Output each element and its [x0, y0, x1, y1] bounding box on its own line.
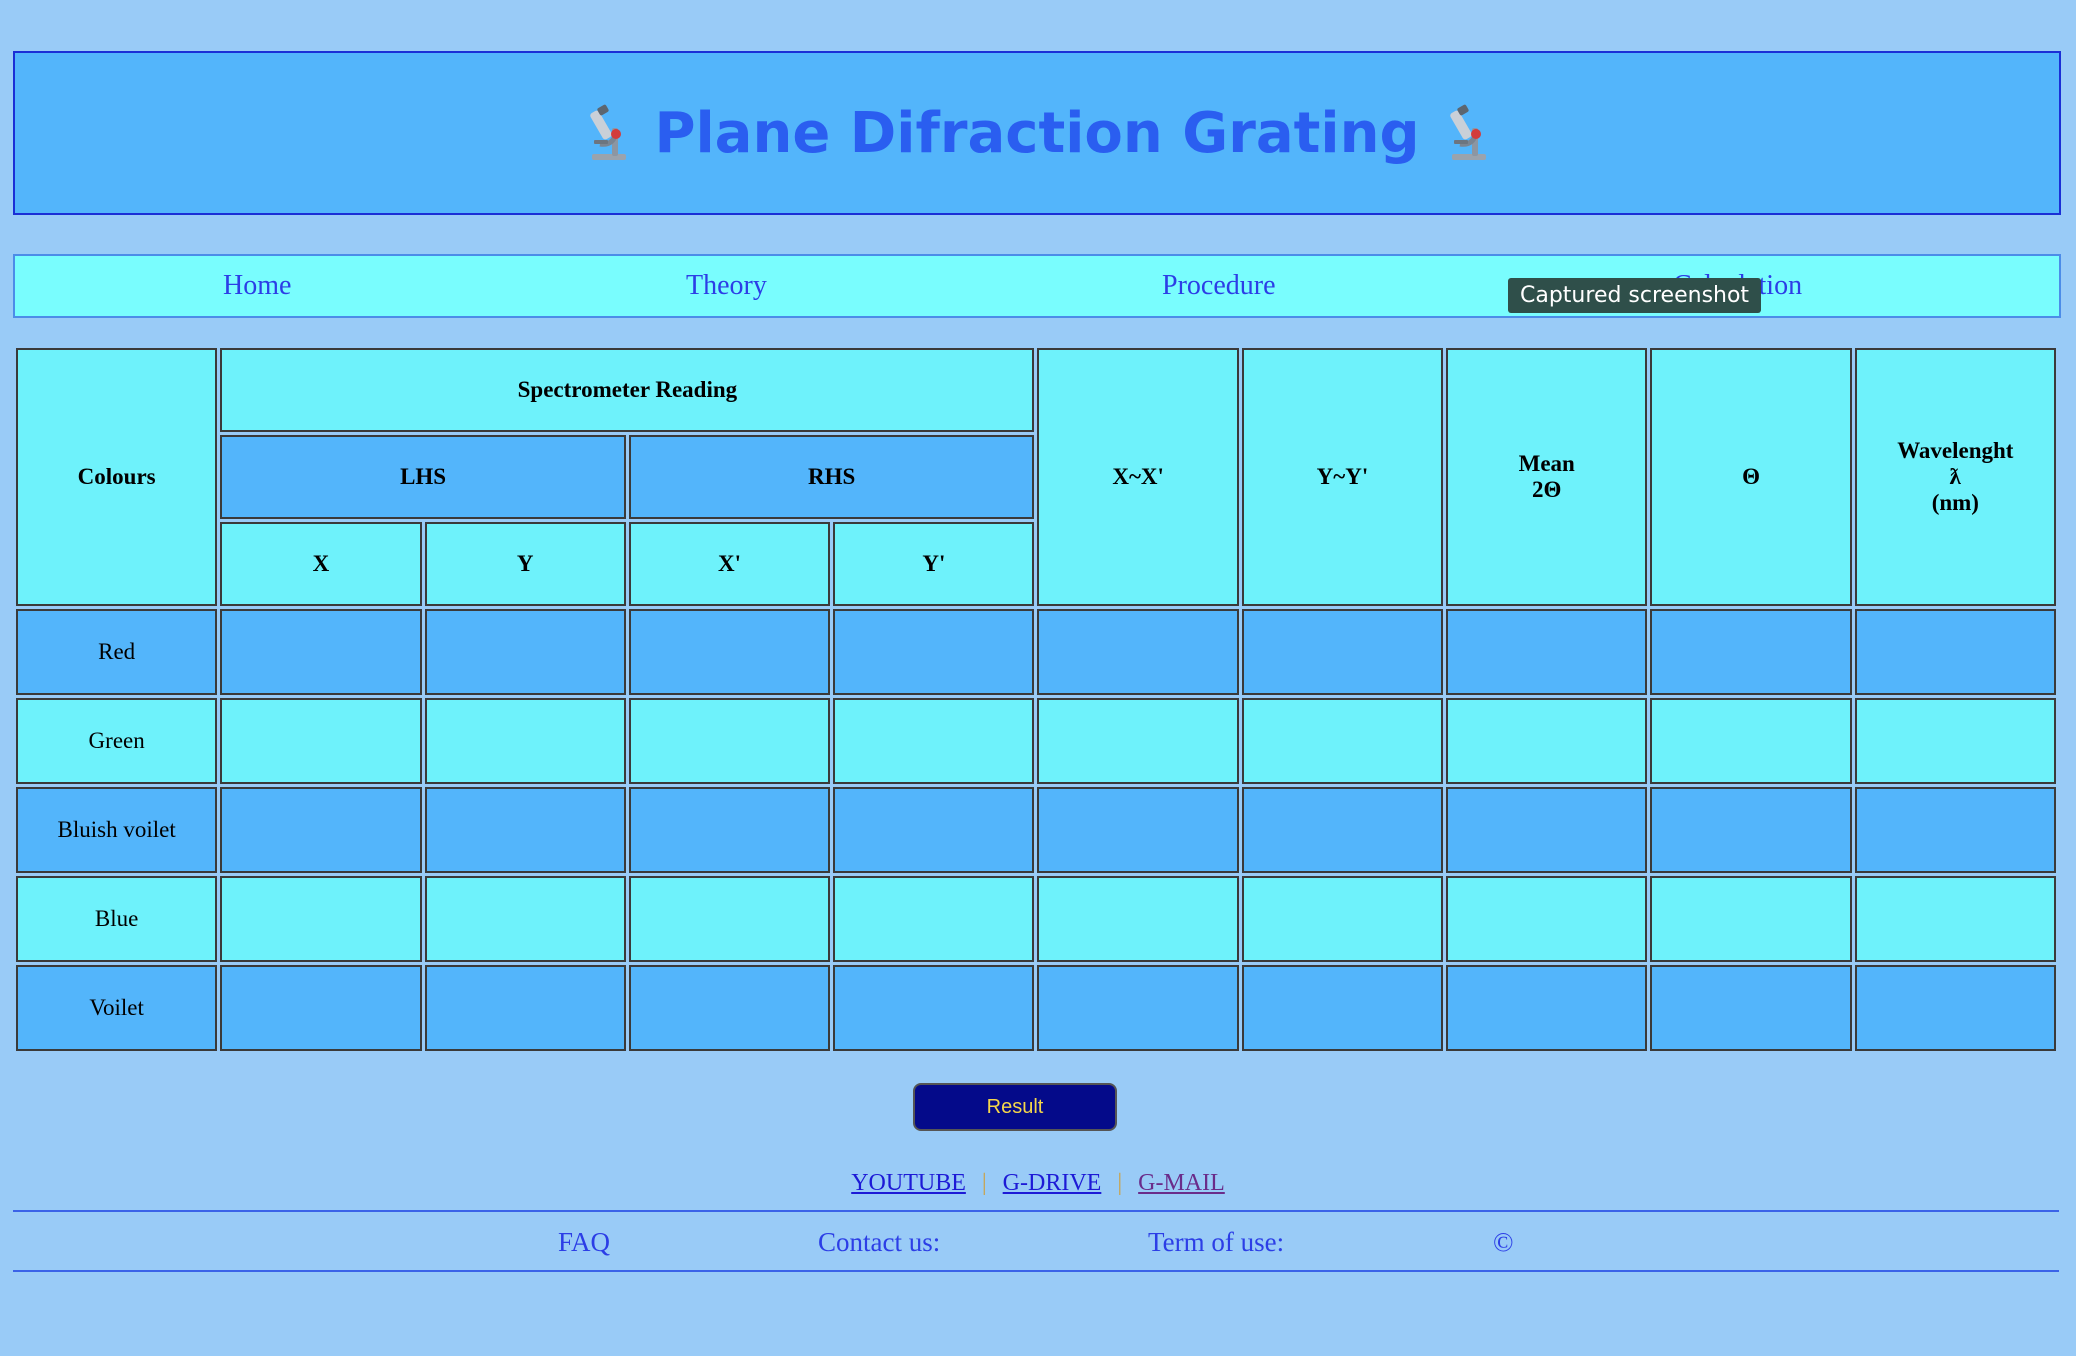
colour-cell: Red [16, 609, 218, 695]
wavelength-header-line3: (nm) [1931, 490, 1979, 515]
x-diff-cell [1037, 787, 1239, 873]
x-input-cell[interactable] [220, 876, 422, 962]
y-diff-cell [1241, 609, 1444, 695]
y-prime-input-cell[interactable] [833, 787, 1035, 873]
colours-header: Colours [16, 348, 218, 606]
faq-link[interactable]: FAQ [558, 1227, 610, 1258]
y-prime-input-cell[interactable] [833, 698, 1035, 784]
mean-header-line2: 2Θ [1532, 477, 1562, 502]
page-title-group: Plane Difraction Grating [582, 101, 1491, 166]
y-diff-header: Y~Y' [1241, 348, 1444, 606]
x-prime-input-cell[interactable] [628, 609, 831, 695]
y-input-cell[interactable] [424, 965, 626, 1051]
x-diff-cell [1037, 609, 1239, 695]
mean-2theta-header: Mean 2Θ [1446, 348, 1648, 606]
theta-cell [1650, 787, 1852, 873]
mean-header-line1: Mean [1518, 451, 1575, 476]
contact-us-label: Contact us: [818, 1227, 941, 1257]
x-diff-header: X~X' [1037, 348, 1239, 606]
y-diff-cell [1241, 965, 1444, 1051]
colour-cell: Blue [16, 876, 218, 962]
x-input-cell[interactable] [220, 609, 422, 695]
nav-home[interactable]: Home [223, 270, 291, 302]
x-diff-cell [1037, 698, 1239, 784]
y-diff-cell [1241, 698, 1444, 784]
youtube-link[interactable]: YOUTUBE [851, 1170, 966, 1196]
wavelength-cell [1854, 698, 2056, 784]
lhs-header: LHS [220, 435, 626, 519]
wavelength-cell [1854, 609, 2056, 695]
y-prime-header: Y' [833, 522, 1035, 606]
table-row-bluish-voilet: Bluish voilet [16, 787, 2056, 873]
mean-cell [1446, 698, 1648, 784]
page-footer: FAQ Contact us: Term of use: © [13, 1210, 2059, 1272]
x-input-cell[interactable] [220, 698, 422, 784]
x-diff-cell [1037, 876, 1239, 962]
theta-cell [1650, 876, 1852, 962]
page-header: Plane Difraction Grating [13, 51, 2061, 215]
y-input-cell[interactable] [424, 876, 626, 962]
y-diff-cell [1241, 876, 1444, 962]
spectrometer-reading-header: Spectrometer Reading [220, 348, 1035, 432]
mean-cell [1446, 787, 1648, 873]
y-input-cell[interactable] [424, 698, 626, 784]
wavelength-header-line2: ƛ [1949, 464, 1961, 489]
table-row-blue: Blue [16, 876, 2056, 962]
wavelength-header-line1: Wavelenght [1897, 438, 2014, 463]
gmail-link[interactable]: G-MAIL [1138, 1170, 1225, 1196]
colour-cell: Bluish voilet [16, 787, 218, 873]
wavelength-header: Wavelenght ƛ (nm) [1854, 348, 2056, 606]
wavelength-cell [1854, 965, 2056, 1051]
page-title: Plane Difraction Grating [654, 100, 1420, 166]
copyright-symbol: © [1493, 1227, 1514, 1257]
x-prime-input-cell[interactable] [628, 876, 831, 962]
x-prime-input-cell[interactable] [628, 787, 831, 873]
nav-theory[interactable]: Theory [686, 270, 767, 302]
theta-cell [1650, 609, 1852, 695]
microscope-icon [590, 104, 627, 160]
x-input-cell[interactable] [220, 787, 422, 873]
x-prime-input-cell[interactable] [628, 698, 831, 784]
x-diff-cell [1037, 965, 1239, 1051]
readings-table: Colours Spectrometer Reading X~X' Y~Y' M… [13, 345, 2059, 1054]
theta-cell [1650, 698, 1852, 784]
colour-cell: Green [16, 698, 218, 784]
y-input-cell[interactable] [424, 787, 626, 873]
y-diff-cell [1241, 787, 1444, 873]
result-button[interactable]: Result [913, 1083, 1117, 1131]
table-row-green: Green [16, 698, 2056, 784]
x-header: X [220, 522, 422, 606]
rhs-header: RHS [628, 435, 1035, 519]
table-row-red: Red [16, 609, 2056, 695]
gdrive-link[interactable]: G-DRIVE [1003, 1170, 1102, 1196]
microscope-icon [1449, 104, 1486, 160]
mean-cell [1446, 965, 1648, 1051]
y-prime-input-cell[interactable] [833, 876, 1035, 962]
theta-header: Θ [1650, 348, 1852, 606]
y-prime-input-cell[interactable] [833, 609, 1035, 695]
theta-cell [1650, 965, 1852, 1051]
wavelength-cell [1854, 787, 2056, 873]
terms-of-use-label: Term of use: [1148, 1227, 1285, 1257]
mean-cell [1446, 876, 1648, 962]
x-input-cell[interactable] [220, 965, 422, 1051]
y-prime-input-cell[interactable] [833, 965, 1035, 1051]
x-prime-input-cell[interactable] [628, 965, 831, 1051]
colour-cell: Voilet [16, 965, 218, 1051]
table-row-voilet: Voilet [16, 965, 2056, 1051]
link-separator: | [981, 1170, 987, 1196]
wavelength-cell [1854, 876, 2056, 962]
x-prime-header: X' [628, 522, 831, 606]
mean-cell [1446, 609, 1648, 695]
nav-procedure[interactable]: Procedure [1162, 270, 1276, 302]
y-header: Y [424, 522, 626, 606]
external-links: YOUTUBE | G-DRIVE | G-MAIL [0, 1170, 2076, 1197]
link-separator: | [1117, 1170, 1123, 1196]
y-input-cell[interactable] [424, 609, 626, 695]
captured-screenshot-tooltip: Captured screenshot [1508, 278, 1762, 313]
